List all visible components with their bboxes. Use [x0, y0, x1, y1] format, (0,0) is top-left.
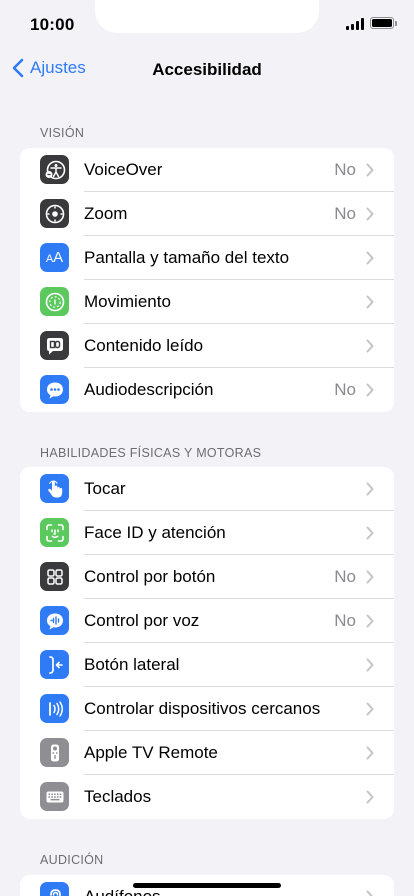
tv-remote-icon — [40, 738, 69, 767]
chevron-right-icon — [366, 790, 374, 804]
status-bar: 10:00 — [0, 0, 414, 48]
face-id-icon — [40, 518, 69, 547]
settings-row-label: Audífonos — [84, 887, 161, 896]
settings-row-label: VoiceOver — [84, 160, 163, 179]
settings-row-label: Contenido leído — [84, 336, 204, 355]
settings-row-voiceover[interactable]: VoiceOver No — [20, 148, 394, 192]
chevron-right-icon — [366, 658, 374, 672]
status-time: 10:00 — [30, 15, 75, 34]
settings-row-apple-tv-remote[interactable]: Apple TV Remote — [20, 731, 394, 775]
voiceover-icon — [40, 155, 69, 184]
nearby-devices-icon — [40, 694, 69, 723]
settings-row-spoken-content[interactable]: Contenido leído — [20, 324, 394, 368]
chevron-right-icon — [366, 163, 374, 177]
section-header-hearing: AUDICIÓN — [40, 853, 104, 867]
battery-icon — [370, 17, 397, 29]
home-indicator[interactable] — [133, 883, 281, 888]
settings-row-voice-control[interactable]: Control por voz No — [20, 599, 394, 643]
settings-row-value: No — [334, 611, 356, 630]
chevron-right-icon — [366, 746, 374, 760]
settings-row-value: No — [334, 380, 356, 399]
settings-row-label: Controlar dispositivos cercanos — [84, 699, 321, 718]
chevron-right-icon — [366, 251, 374, 265]
settings-row-label: Botón lateral — [84, 655, 180, 674]
page-title: Accesibilidad — [152, 60, 262, 79]
notch — [95, 0, 319, 33]
navigation-bar: Ajustes Accesibilidad — [0, 52, 414, 88]
settings-row-label: Control por voz — [84, 611, 200, 630]
settings-row-label: Audiodescripción — [84, 380, 214, 399]
chevron-right-icon — [366, 295, 374, 309]
section-header-physical-motor: HABILIDADES FÍSICAS Y MOTORAS — [40, 446, 262, 460]
cellular-signal-icon — [346, 18, 364, 30]
settings-row-label: Control por botón — [84, 567, 216, 586]
spoken-content-icon — [40, 331, 69, 360]
settings-row-touch[interactable]: Tocar — [20, 467, 394, 511]
chevron-right-icon — [366, 614, 374, 628]
switch-control-icon — [40, 562, 69, 591]
text-size-icon: AA — [40, 243, 69, 272]
settings-row-audio-description[interactable]: Audiodescripción No — [20, 368, 394, 412]
settings-row-value: No — [334, 204, 356, 223]
settings-row-label: Apple TV Remote — [84, 743, 218, 762]
chevron-right-icon — [366, 526, 374, 540]
settings-row-nearby-devices[interactable]: Controlar dispositivos cercanos — [20, 687, 394, 731]
chevron-right-icon — [366, 482, 374, 496]
settings-group-vision: VoiceOver No Zoom No AA Pantalla y tamañ… — [20, 148, 394, 412]
keyboard-icon — [40, 782, 69, 811]
settings-row-face-id-attention[interactable]: Face ID y atención — [20, 511, 394, 555]
chevron-right-icon — [366, 207, 374, 221]
settings-row-value: No — [334, 567, 356, 586]
settings-row-label: Tocar — [84, 479, 126, 498]
side-button-icon — [40, 650, 69, 679]
hearing-devices-icon — [40, 882, 69, 896]
settings-row-label: Zoom — [84, 204, 128, 223]
settings-row-display-text-size[interactable]: AA Pantalla y tamaño del texto — [20, 236, 394, 280]
settings-row-value: No — [334, 160, 356, 179]
voice-control-icon — [40, 606, 69, 635]
settings-row-label: Face ID y atención — [84, 523, 226, 542]
settings-row-keyboards[interactable]: Teclados — [20, 775, 394, 819]
touch-icon — [40, 474, 69, 503]
chevron-right-icon — [366, 702, 374, 716]
motion-icon — [40, 287, 69, 316]
settings-row-side-button[interactable]: Botón lateral — [20, 643, 394, 687]
settings-row-motion[interactable]: Movimiento — [20, 280, 394, 324]
audio-description-icon — [40, 375, 69, 404]
chevron-right-icon — [366, 890, 373, 896]
settings-row-label: Pantalla y tamaño del texto — [84, 248, 290, 267]
screen: 10:00 Ajustes Accesibilidad VISIÓN Voice… — [0, 0, 414, 896]
settings-row-label: Teclados — [84, 787, 152, 806]
zoom-icon — [40, 199, 69, 228]
section-header-vision: VISIÓN — [40, 126, 85, 140]
chevron-right-icon — [366, 383, 374, 397]
settings-row-label: Movimiento — [84, 292, 171, 311]
settings-group-physical-motor: Tocar Face ID y atención Control por bot… — [20, 467, 394, 819]
settings-row-zoom[interactable]: Zoom No — [20, 192, 394, 236]
chevron-right-icon — [366, 570, 374, 584]
chevron-right-icon — [366, 339, 374, 353]
settings-row-switch-control[interactable]: Control por botón No — [20, 555, 394, 599]
